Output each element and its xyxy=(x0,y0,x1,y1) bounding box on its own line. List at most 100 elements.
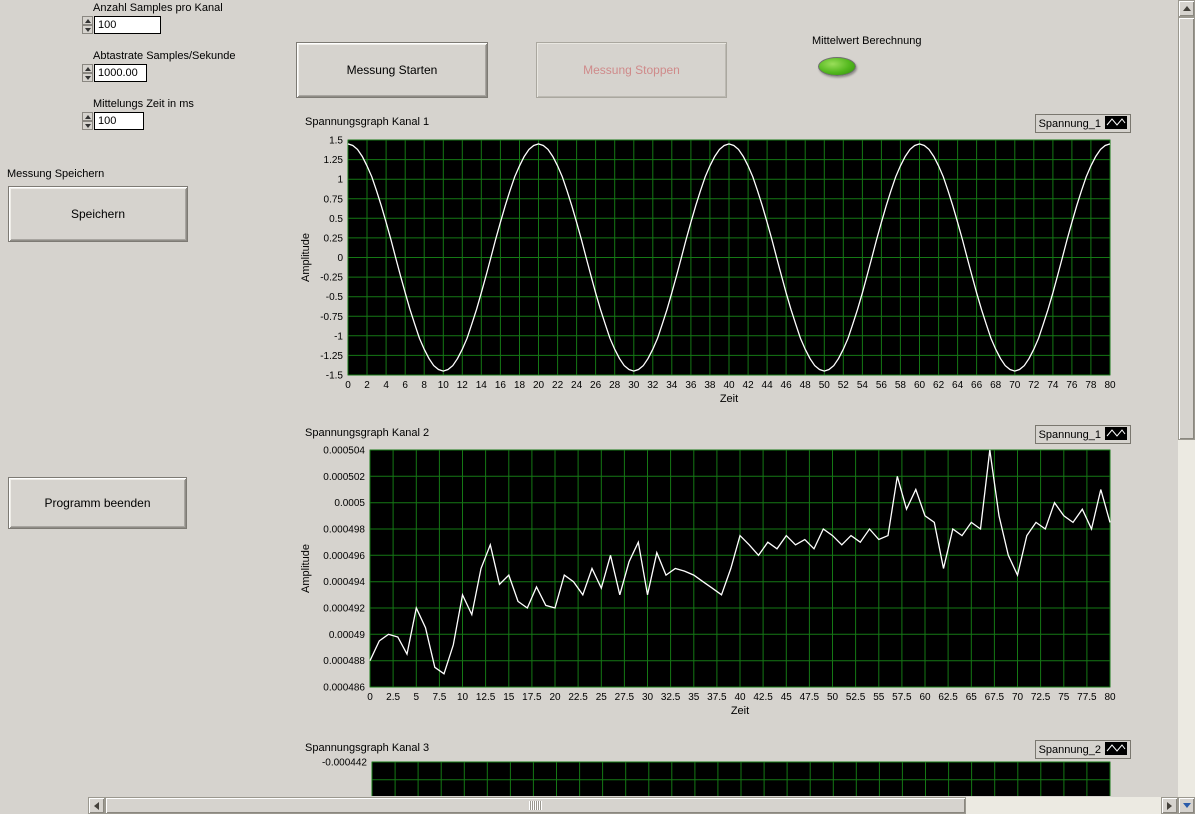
x-tick-label: 60 xyxy=(919,692,931,703)
x-tick-label: 74 xyxy=(1047,380,1059,391)
plot-legend[interactable]: Spannung_1 xyxy=(1034,425,1131,444)
up-arrow-icon xyxy=(1182,6,1191,11)
x-tick-label: 35 xyxy=(688,692,700,703)
x-tick-label: 14 xyxy=(476,380,488,391)
legend-plot-name: Spannung_1 xyxy=(1038,428,1101,441)
x-tick-label: 12.5 xyxy=(476,692,496,703)
samples-control: Anzahl Samples pro Kanal xyxy=(82,2,223,34)
x-tick-label: 72 xyxy=(1028,380,1040,391)
avg-time-spinner[interactable] xyxy=(82,112,93,130)
mean-calculation-led-switch[interactable] xyxy=(818,57,856,76)
y-tick-label: 0.000486 xyxy=(323,683,365,694)
x-tick-label: 10 xyxy=(457,692,469,703)
x-tick-label: 6 xyxy=(402,380,408,391)
x-tick-label: 2 xyxy=(364,380,370,391)
y-tick-label: -0.25 xyxy=(320,273,343,284)
x-axis-label: Zeit xyxy=(720,393,738,405)
horizontal-scrollbar[interactable] xyxy=(88,797,1178,814)
exit-program-button[interactable]: Programm beenden xyxy=(8,477,187,529)
x-tick-label: 44 xyxy=(762,380,774,391)
x-axis-label: Zeit xyxy=(731,705,749,717)
samples-decrement-button[interactable] xyxy=(82,25,93,34)
vertical-scroll-thumb[interactable] xyxy=(1178,17,1195,440)
x-tick-label: 32 xyxy=(647,380,659,391)
rate-increment-button[interactable] xyxy=(82,64,93,73)
x-tick-label: 15 xyxy=(503,692,515,703)
x-tick-label: 60 xyxy=(914,380,926,391)
avg-time-label: Mittelungs Zeit in ms xyxy=(93,98,194,110)
scroll-left-button[interactable] xyxy=(88,797,105,814)
x-tick-label: 78 xyxy=(1085,380,1097,391)
x-tick-label: 62 xyxy=(933,380,945,391)
x-tick-label: 67.5 xyxy=(985,692,1005,703)
avg-time-input[interactable] xyxy=(94,112,144,130)
plot-legend[interactable]: Spannung_2 xyxy=(1034,740,1131,759)
legend-plot-name: Spannung_2 xyxy=(1038,743,1101,756)
x-tick-label: 26 xyxy=(590,380,602,391)
y-tick-label: 1.25 xyxy=(324,155,344,166)
x-tick-label: 28 xyxy=(609,380,621,391)
rate-spinner[interactable] xyxy=(82,64,93,82)
graph-title: Spannungsgraph Kanal 2 xyxy=(305,427,430,439)
x-tick-label: 42 xyxy=(743,380,755,391)
thumb-grip xyxy=(529,801,542,810)
scroll-down-button[interactable] xyxy=(1178,797,1195,814)
x-tick-label: 50 xyxy=(827,692,839,703)
y-tick-label: 0.000492 xyxy=(323,604,365,615)
x-tick-label: 10 xyxy=(438,380,450,391)
graph-title: Spannungsgraph Kanal 1 xyxy=(305,116,430,128)
right-arrow-icon xyxy=(1167,801,1172,810)
plot-legend[interactable]: Spannung_1 xyxy=(1034,114,1131,133)
voltage-graph-channel-3: Spannungsgraph Kanal 3 Spannung_2 -0.000… xyxy=(297,738,1135,796)
x-tick-label: 46 xyxy=(781,380,793,391)
plot-style-icon xyxy=(1105,426,1127,443)
samples-input[interactable] xyxy=(94,16,161,34)
y-tick-label: -0.000442 xyxy=(322,758,367,769)
y-axis-label: Amplitude xyxy=(300,233,312,282)
y-tick-label: -1.5 xyxy=(326,371,344,382)
samples-label: Anzahl Samples pro Kanal xyxy=(93,2,223,14)
x-tick-label: 30 xyxy=(628,380,640,391)
y-tick-label: -0.5 xyxy=(326,292,344,303)
x-tick-label: 18 xyxy=(514,380,526,391)
x-tick-label: 32.5 xyxy=(661,692,681,703)
y-tick-label: 0.00049 xyxy=(329,630,366,641)
x-tick-label: 42.5 xyxy=(753,692,773,703)
y-tick-label: 0.000496 xyxy=(323,551,365,562)
rate-decrement-button[interactable] xyxy=(82,73,93,82)
y-tick-label: -0.75 xyxy=(320,312,343,323)
x-tick-label: 57.5 xyxy=(892,692,912,703)
x-tick-label: 54 xyxy=(857,380,869,391)
avg-time-increment-button[interactable] xyxy=(82,112,93,121)
x-tick-label: 47.5 xyxy=(800,692,820,703)
scroll-up-button[interactable] xyxy=(1178,0,1195,17)
samples-increment-button[interactable] xyxy=(82,16,93,25)
x-tick-label: 4 xyxy=(383,380,389,391)
x-tick-label: 37.5 xyxy=(707,692,727,703)
save-button[interactable]: Speichern xyxy=(8,186,188,242)
samples-spinner[interactable] xyxy=(82,16,93,34)
x-tick-label: 45 xyxy=(781,692,793,703)
x-tick-label: 22 xyxy=(552,380,564,391)
start-measurement-button[interactable]: Messung Starten xyxy=(296,42,488,98)
kanal1-plot-svg: 0 2 4 6 8 10 12 14 16 18 20 22 24 26 28 30 32 34 36 38 40 42 4… xyxy=(300,136,1116,406)
rate-input[interactable] xyxy=(94,64,147,82)
x-tick-label: 12 xyxy=(457,380,469,391)
y-axis-label: Amplitude xyxy=(300,544,312,593)
x-tick-label: 56 xyxy=(876,380,888,391)
x-tick-label: 40 xyxy=(723,380,735,391)
vertical-scrollbar[interactable] xyxy=(1178,0,1195,814)
spin-down-icon xyxy=(84,27,91,32)
x-tick-label: 64 xyxy=(952,380,964,391)
stop-measurement-button[interactable]: Messung Stoppen xyxy=(536,42,727,98)
scroll-right-button[interactable] xyxy=(1161,797,1178,814)
x-tick-label: 2.5 xyxy=(386,692,400,703)
legend-plot-name: Spannung_1 xyxy=(1038,117,1101,130)
x-tick-label: 5 xyxy=(414,692,420,703)
x-tick-label: 27.5 xyxy=(615,692,635,703)
avg-time-decrement-button[interactable] xyxy=(82,121,93,130)
plot-area: 0 2.5 5 7.5 10 12.5 15 17.5 20 22.5 25 27.5 30 32.5 35… xyxy=(297,423,1135,723)
horizontal-scroll-thumb[interactable] xyxy=(105,797,966,814)
x-tick-label: 24 xyxy=(571,380,583,391)
x-tick-label: 70 xyxy=(1012,692,1024,703)
